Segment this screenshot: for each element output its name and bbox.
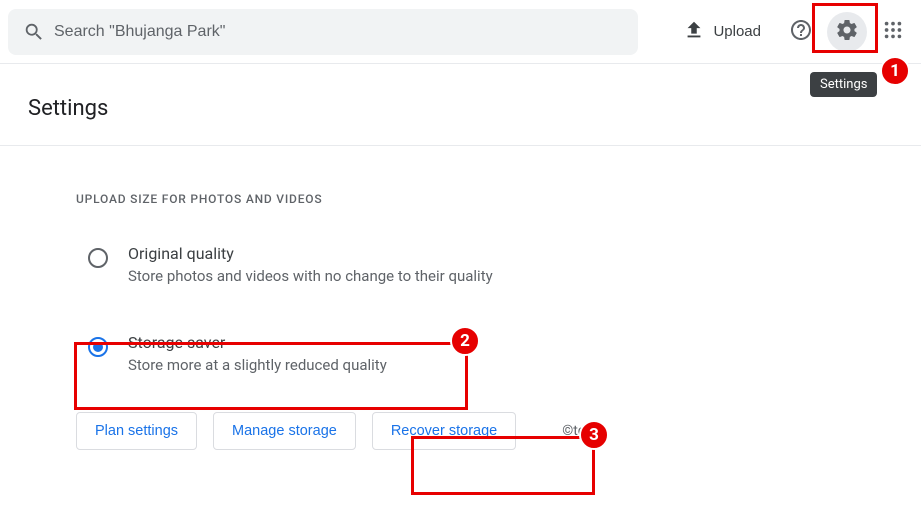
apps-button[interactable] <box>873 12 913 52</box>
radio-desc-original: Store photos and videos with no change t… <box>128 267 493 285</box>
manage-storage-button[interactable]: Manage storage <box>213 412 356 450</box>
search-container[interactable] <box>8 9 638 55</box>
upload-size-section: Upload size for photos and videos Origin… <box>0 146 921 450</box>
radio-option-original[interactable]: Original quality Store photos and videos… <box>76 234 505 295</box>
page-title: Settings <box>0 64 921 146</box>
radio-desc-saver: Store more at a slightly reduced quality <box>128 356 387 374</box>
apps-grid-icon <box>882 19 904 44</box>
action-button-row: Plan settings Manage storage Recover sto… <box>76 412 921 450</box>
section-heading: Upload size for photos and videos <box>76 192 921 206</box>
search-input[interactable] <box>54 9 632 55</box>
app-header: Upload <box>0 0 921 64</box>
radio-title-saver: Storage saver <box>128 333 387 352</box>
help-button[interactable] <box>781 12 821 52</box>
radio-icon[interactable] <box>88 337 108 357</box>
radio-icon[interactable] <box>88 248 108 268</box>
radio-option-saver[interactable]: Storage saver Store more at a slightly r… <box>76 323 399 384</box>
gear-icon <box>835 18 859 45</box>
radio-texts: Original quality Store photos and videos… <box>128 244 493 285</box>
upload-icon <box>683 19 705 45</box>
copyright-text: ©tgp <box>562 423 593 439</box>
help-icon <box>789 18 813 45</box>
settings-button[interactable] <box>827 12 867 52</box>
radio-title-original: Original quality <box>128 244 493 263</box>
header-actions: Upload <box>673 12 913 52</box>
plan-settings-button[interactable]: Plan settings <box>76 412 197 450</box>
recover-storage-button[interactable]: Recover storage <box>372 412 516 450</box>
radio-texts: Storage saver Store more at a slightly r… <box>128 333 387 374</box>
search-icon[interactable] <box>14 12 54 52</box>
upload-button[interactable]: Upload <box>673 14 775 50</box>
upload-label: Upload <box>713 23 761 40</box>
